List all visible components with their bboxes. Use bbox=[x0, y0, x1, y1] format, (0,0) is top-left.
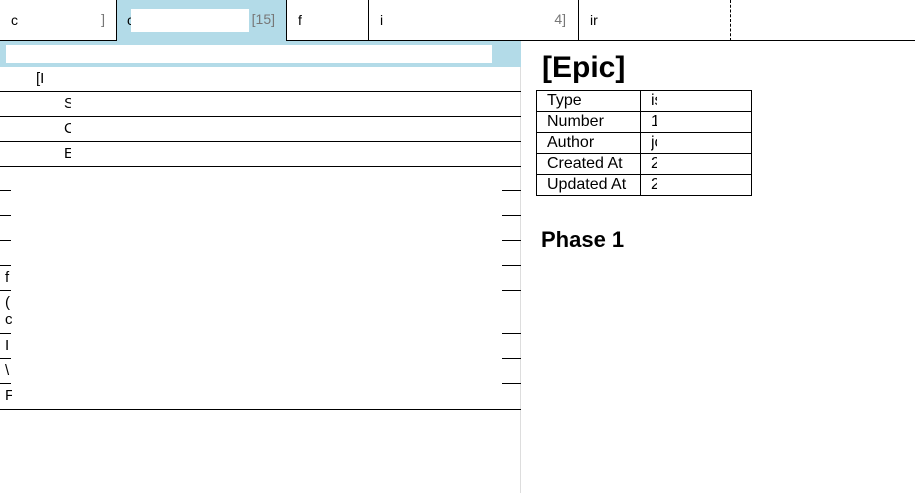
list-item[interactable]: S bbox=[0, 92, 521, 117]
list-item[interactable] bbox=[0, 216, 521, 241]
tab-1[interactable]: c ] bbox=[0, 0, 117, 41]
metadata-key: Number bbox=[536, 111, 641, 133]
tab-count: ] bbox=[101, 11, 105, 27]
list-item-label: S bbox=[64, 95, 71, 112]
issue-list-pane: [I S C E f ( c I bbox=[0, 41, 521, 493]
tab-bar: c ] c [15] f i 4] ir bbox=[0, 0, 915, 41]
list-item-label: C bbox=[64, 120, 71, 137]
list-item[interactable]: [I bbox=[0, 67, 521, 92]
tab-label: ir bbox=[590, 12, 598, 28]
list-item[interactable]: E bbox=[0, 142, 521, 167]
list-item-label: F bbox=[5, 387, 12, 404]
metadata-value: is bbox=[640, 90, 752, 112]
list-item-label: I bbox=[5, 337, 10, 354]
metadata-row: Number 1 bbox=[536, 111, 752, 133]
metadata-value-text: 2 bbox=[651, 155, 657, 173]
metadata-row: Type is bbox=[536, 90, 752, 112]
list-item[interactable]: F bbox=[0, 384, 521, 409]
metadata-value-text: 2 bbox=[651, 176, 657, 194]
metadata-value: 1 bbox=[640, 111, 752, 133]
tab-3[interactable]: f bbox=[287, 0, 369, 41]
list-item[interactable] bbox=[0, 241, 521, 266]
metadata-value: 2 bbox=[640, 174, 752, 196]
tab-label: c bbox=[11, 12, 18, 28]
section-heading: Phase 1 bbox=[541, 227, 625, 252]
metadata-value-text: is bbox=[651, 92, 657, 109]
tab-4[interactable]: i 4] bbox=[369, 0, 579, 41]
redaction-mask bbox=[131, 9, 249, 32]
list-item[interactable]: ( bbox=[0, 291, 521, 311]
list-item[interactable]: \ bbox=[0, 359, 521, 384]
list-item[interactable]: c bbox=[0, 309, 521, 334]
list-item-label: c bbox=[5, 311, 12, 328]
metadata-value-text: jo bbox=[651, 134, 657, 151]
metadata-value-text: 1 bbox=[651, 113, 657, 131]
issue-detail-pane: [Epic] Type is Number 1 Author jo Create… bbox=[536, 41, 915, 493]
metadata-value: jo bbox=[640, 132, 752, 154]
metadata-key: Updated At bbox=[536, 174, 641, 196]
metadata-key: Type bbox=[536, 90, 641, 112]
metadata-key: Author bbox=[536, 132, 641, 154]
issue-title: [Epic] bbox=[542, 51, 626, 84]
tab-label: i bbox=[380, 12, 384, 28]
tab-count: [15] bbox=[251, 11, 275, 27]
tab-2-selected[interactable]: c [15] bbox=[117, 0, 287, 41]
metadata-row: Updated At 2 bbox=[536, 174, 752, 196]
tab-5[interactable]: ir bbox=[579, 0, 731, 41]
list-item[interactable] bbox=[0, 166, 521, 191]
filter-input[interactable] bbox=[6, 45, 492, 63]
list-item[interactable] bbox=[0, 191, 521, 216]
metadata-key: Created At bbox=[536, 153, 641, 175]
metadata-value: 2 bbox=[640, 153, 752, 175]
list-bottom-border bbox=[0, 409, 521, 410]
metadata-table: Type is Number 1 Author jo Created At 2 … bbox=[536, 90, 752, 196]
list-item[interactable]: I bbox=[0, 334, 521, 359]
list-item-label: [I bbox=[36, 70, 45, 87]
metadata-row: Author jo bbox=[536, 132, 752, 154]
list-item[interactable]: f bbox=[0, 266, 521, 291]
metadata-row: Created At 2 bbox=[536, 153, 752, 175]
tab-label: f bbox=[298, 12, 302, 28]
tab-count: 4] bbox=[554, 11, 566, 27]
filter-bar bbox=[0, 41, 521, 67]
list-item-label: E bbox=[64, 145, 71, 162]
list-item-label: \ bbox=[5, 362, 10, 379]
list-item-label: f bbox=[5, 269, 10, 286]
list-item[interactable]: C bbox=[0, 117, 521, 142]
